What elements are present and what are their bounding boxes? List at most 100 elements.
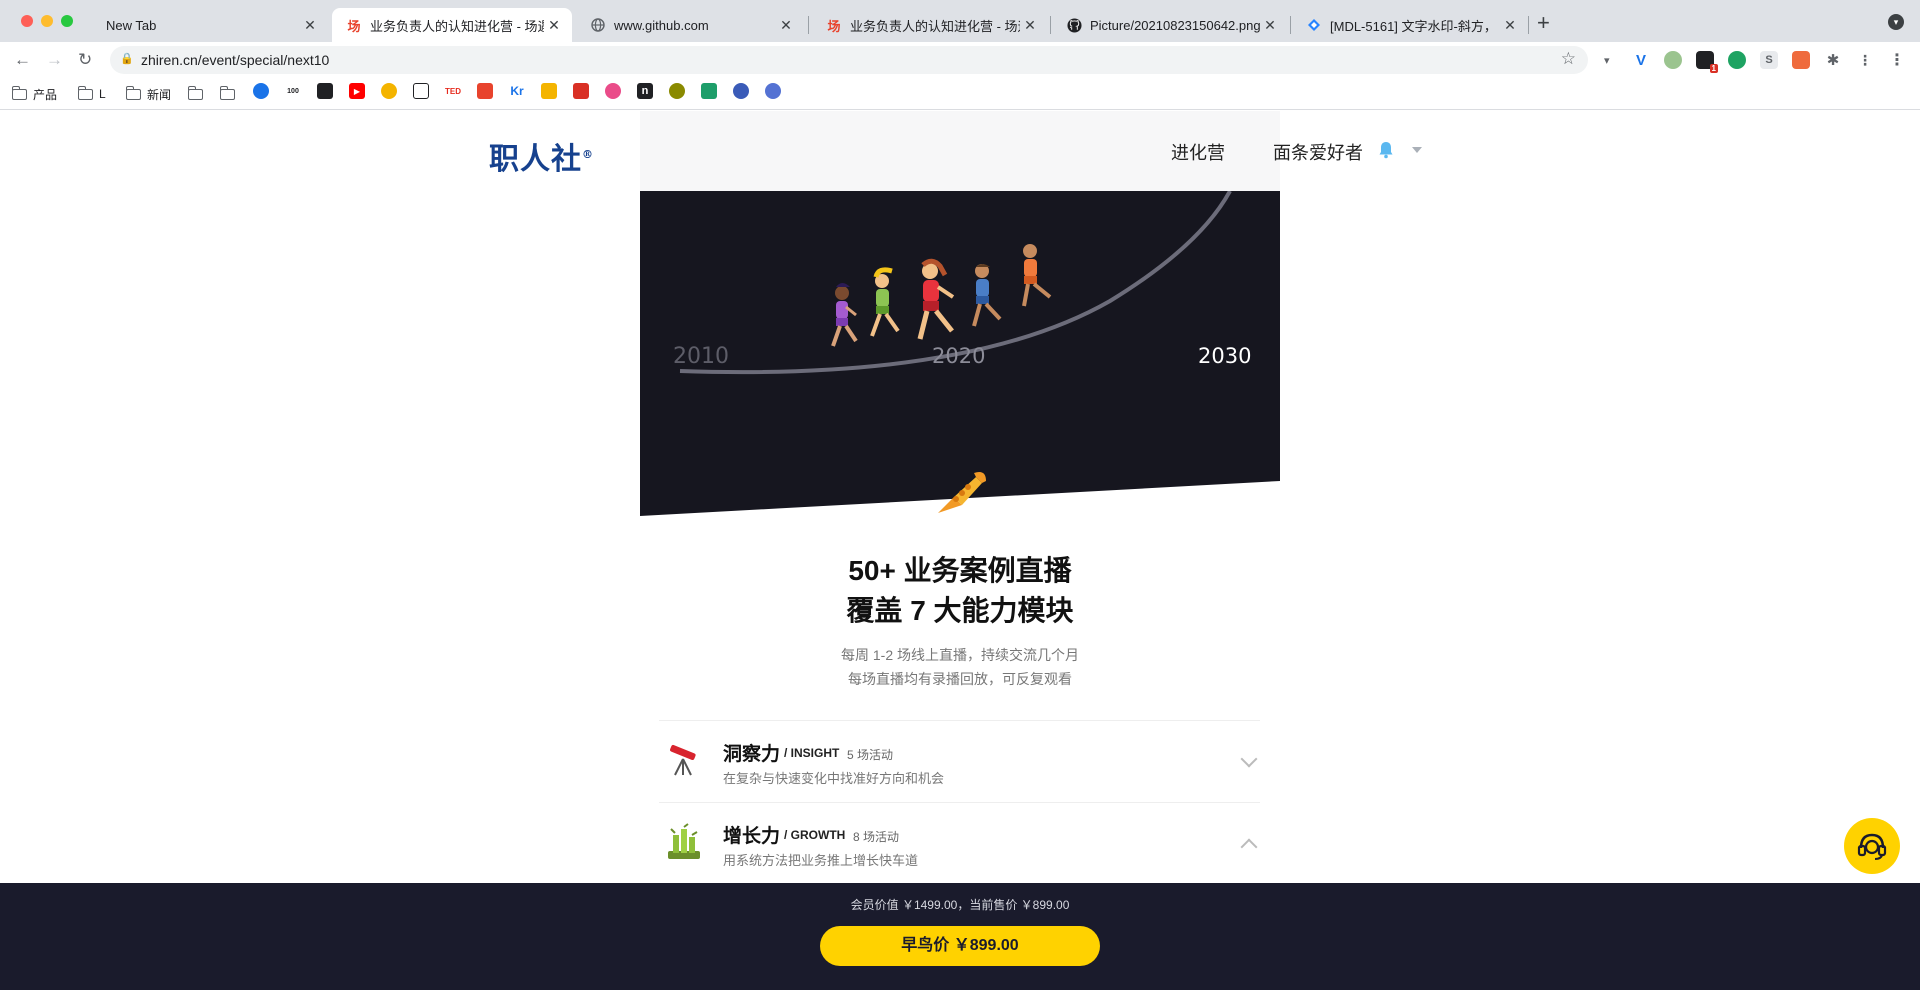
headline-line-2: 覆盖 7 大能力模块 [846, 595, 1074, 626]
module-en-name: / INSIGHT [784, 746, 840, 760]
module-row-insight[interactable]: 洞察力 / INSIGHT 5 场活动 在复杂与快速变化中找准好方向和机会 [659, 720, 1260, 802]
bookmark-label: L [99, 87, 106, 101]
tab-close-icon[interactable]: ✕ [1500, 17, 1520, 34]
media-control-icon[interactable]: ⋮ [1856, 51, 1874, 69]
ted-icon[interactable]: TED [445, 83, 461, 99]
customer-support-button[interactable] [1844, 818, 1900, 874]
tab-separator [1290, 16, 1291, 34]
bookmark-site-icon[interactable] [733, 83, 749, 99]
dribbble-icon[interactable] [605, 83, 621, 99]
tab-title: 业务负责人的认知进化营 - 场遇 [370, 18, 544, 34]
browser-tab[interactable]: www.github.com ✕ [576, 8, 804, 42]
bookmark-site-icon[interactable] [253, 83, 269, 99]
extension-menu-caret-icon[interactable]: ▾ [1604, 54, 1610, 67]
extensions-puzzle-icon[interactable]: ✱ [1824, 51, 1842, 69]
extension-arch-icon[interactable] [1792, 51, 1810, 69]
bookmark-folder[interactable] [187, 84, 209, 104]
headline-line-1: 50+ 业务案例直播 [848, 555, 1072, 586]
chang-logo-icon: 场 [347, 18, 361, 34]
vue-devtools-icon[interactable]: V [1632, 51, 1650, 69]
tab-separator [1050, 16, 1051, 34]
purchase-bar: 会员价值 ￥1499.00，当前售价 ￥899.00 早鸟价 ￥899.00 [0, 883, 1920, 990]
bookmark-site-icon[interactable] [701, 83, 717, 99]
early-bird-buy-button[interactable]: 早鸟价 ￥899.00 [820, 926, 1100, 966]
telescope-icon [670, 744, 696, 776]
bookmark-folder[interactable]: L [77, 84, 106, 104]
extension-s-icon[interactable]: S [1760, 51, 1778, 69]
window-zoom-button[interactable] [61, 15, 73, 27]
window-close-button[interactable] [21, 15, 33, 27]
browser-tab[interactable]: Picture/20210823150642.png ✕ [1052, 8, 1288, 42]
price-info: 会员价值 ￥1499.00，当前售价 ￥899.00 [850, 898, 1070, 912]
notion-icon[interactable]: n [637, 83, 653, 99]
user-menu-caret-icon[interactable] [1412, 147, 1422, 153]
address-bar[interactable]: 🔒 zhiren.cn/event/special/next10 ☆ [110, 46, 1588, 74]
bookmark-folder[interactable]: 新闻 [125, 84, 171, 104]
module-en-name: / GROWTH [784, 828, 846, 842]
bookmark-label: 产品 [33, 87, 58, 102]
browser-tab[interactable]: [MDL-5161] 文字水印-斜方， ✕ [1292, 8, 1528, 42]
tab-title: 业务负责人的认知进化营 - 场遇 [850, 18, 1020, 34]
new-tab-button[interactable]: + [1537, 10, 1550, 36]
chevron-up-icon[interactable] [1240, 838, 1258, 856]
browser-tab[interactable]: New Tab ✕ [92, 8, 328, 42]
lock-icon: 🔒 [120, 53, 134, 65]
jira-icon [1306, 17, 1322, 33]
module-count: 5 场活动 [847, 748, 894, 762]
window-minimize-button[interactable] [41, 15, 53, 27]
bookmark-folder[interactable]: 产品 [11, 84, 58, 104]
extension-green-icon[interactable] [1664, 51, 1682, 69]
headset-icon [1857, 833, 1887, 860]
tab-close-icon[interactable]: ✕ [1020, 17, 1040, 34]
tab-title: www.github.com [614, 17, 709, 33]
site-header: 职人社® 进化营 面条爱好者 [0, 111, 1920, 191]
tab-title: [MDL-5161] 文字水印-斜方， [1330, 18, 1497, 34]
bookmark-site-icon[interactable] [573, 83, 589, 99]
browser-menu-icon[interactable]: ⋮ [1888, 51, 1906, 69]
timeline-year-2030: 2030 [1198, 344, 1251, 368]
bookmark-star-icon[interactable]: ☆ [1561, 49, 1576, 69]
tab-close-icon[interactable]: ✕ [300, 17, 320, 34]
module-desc: 在复杂与快速变化中找准好方向和机会 [723, 771, 945, 786]
url-text[interactable]: zhiren.cn/event/special/next10 [141, 52, 329, 68]
subline-2: 每场直播均有录播回放，可反复观看 [848, 671, 1072, 687]
tab-separator [808, 16, 809, 34]
extension-badge-icon[interactable]: 1 [1696, 51, 1718, 73]
timeline-year-2010: 2010 [673, 344, 729, 369]
logo-registered-mark: ® [582, 148, 594, 161]
browser-tab[interactable]: 场 业务负责人的认知进化营 - 场遇 ✕ [812, 8, 1048, 42]
tab-close-icon[interactable]: ✕ [1260, 17, 1280, 34]
bookmark-site-icon[interactable] [413, 83, 429, 99]
nav-link-bootcamp[interactable]: 进化营 [1171, 139, 1225, 165]
browser-tab-active[interactable]: 场 业务负责人的认知进化营 - 场遇 ✕ [332, 8, 572, 42]
tab-separator [1528, 16, 1529, 34]
chang-logo-icon: 场 [827, 18, 841, 34]
site-logo[interactable]: 职人社® [489, 134, 594, 178]
forward-icon[interactable]: → [46, 50, 63, 70]
36kr-icon[interactable]: Kr [509, 83, 525, 99]
bookmark-site-icon[interactable] [317, 83, 333, 99]
bookmark-site-icon[interactable] [477, 83, 493, 99]
bookmark-site-icon[interactable] [669, 83, 685, 99]
browser-tab-strip: New Tab ✕ 场 业务负责人的认知进化营 - 场遇 ✕ www.githu… [0, 0, 1920, 42]
globe-icon [590, 17, 606, 33]
reload-icon[interactable]: ↻ [78, 50, 92, 70]
module-row-growth[interactable]: 增长力 / GROWTH 8 场活动 用系统方法把业务推上增长快车道 [659, 802, 1260, 884]
chevron-down-icon[interactable] [1240, 750, 1258, 768]
tab-search-icon[interactable]: ▾ [1888, 14, 1904, 30]
notification-bell-icon[interactable] [1378, 141, 1394, 159]
youtube-icon[interactable]: ▶ [349, 83, 365, 99]
extension-circle-icon[interactable] [1728, 51, 1746, 69]
nav-user-name[interactable]: 面条爱好者 [1273, 139, 1363, 165]
tab-close-icon[interactable]: ✕ [776, 17, 796, 34]
module-count: 8 场活动 [853, 830, 900, 844]
back-icon[interactable]: ← [14, 50, 31, 70]
tab-close-icon[interactable]: ✕ [544, 17, 564, 34]
bookmark-site-icon[interactable] [381, 83, 397, 99]
bookmark-folder[interactable] [219, 84, 241, 104]
extension-badge-count: 1 [1709, 64, 1718, 73]
bookmark-site-icon[interactable] [765, 83, 781, 99]
bookmark-site-icon[interactable]: 100 [285, 83, 301, 99]
bookmark-site-icon[interactable] [541, 83, 557, 99]
folder-icon [77, 85, 93, 100]
